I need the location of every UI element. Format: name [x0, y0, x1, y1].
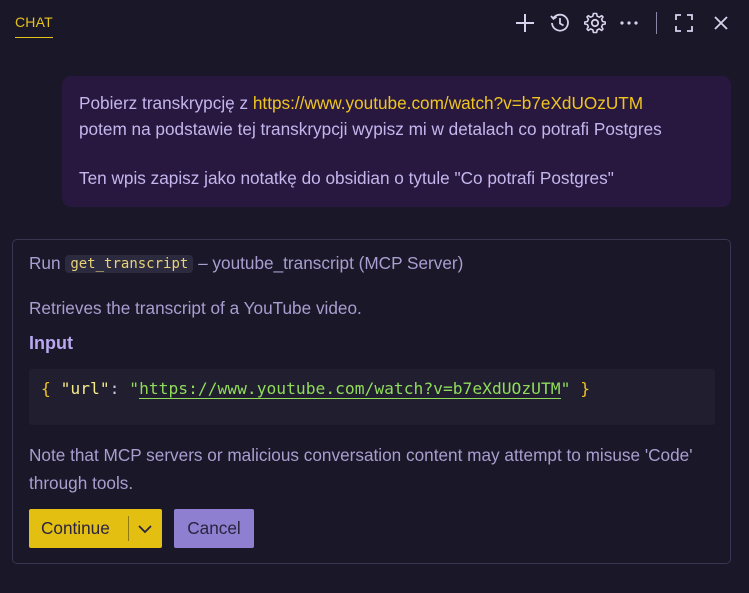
- chevron-down-icon: [138, 524, 152, 533]
- new-chat-button[interactable]: [512, 10, 538, 36]
- quote-open: ": [129, 379, 140, 398]
- chat-header: CHAT: [0, 0, 749, 46]
- message-line-2: potem na podstawie tej transkrypcji wypi…: [79, 119, 662, 139]
- input-url-value[interactable]: https://www.youtube.com/watch?v=b7eXdUOz…: [139, 379, 561, 399]
- settings-button[interactable]: [582, 10, 608, 36]
- close-button[interactable]: [708, 10, 734, 36]
- input-heading: Input: [29, 333, 73, 353]
- message-line-1: Pobierz transkrypcję z https://www.youtu…: [79, 90, 715, 116]
- continue-divider: [128, 516, 129, 541]
- more-icon: [620, 21, 638, 25]
- cancel-button[interactable]: Cancel: [174, 509, 254, 548]
- message-text: Pobierz transkrypcję z: [79, 93, 253, 113]
- continue-label: Continue: [41, 518, 110, 538]
- tab-chat[interactable]: CHAT: [15, 14, 53, 38]
- tool-run-line: Run get_transcript – youtube_transcript …: [29, 253, 463, 274]
- tool-confirmation-card: Run get_transcript – youtube_transcript …: [12, 239, 731, 564]
- brace-close: }: [580, 379, 591, 398]
- tool-description: Retrieves the transcript of a YouTube vi…: [29, 298, 362, 318]
- gear-icon: [584, 12, 606, 34]
- server-label: – youtube_transcript (MCP Server): [193, 253, 464, 273]
- input-code-block: { "url": "https://www.youtube.com/watch?…: [29, 369, 715, 425]
- brace-open: {: [41, 379, 51, 398]
- close-icon: [714, 16, 728, 30]
- colon: :: [109, 379, 120, 398]
- input-key: "url": [60, 379, 110, 398]
- security-note: Note that MCP servers or malicious conve…: [29, 445, 693, 493]
- more-actions-button[interactable]: [616, 10, 642, 36]
- header-divider: [656, 12, 657, 34]
- maximize-icon: [675, 14, 693, 32]
- message-line-3: Ten wpis zapisz jako notatkę do obsidian…: [79, 168, 614, 188]
- maximize-button[interactable]: [671, 10, 697, 36]
- run-label: Run: [29, 253, 61, 273]
- history-button[interactable]: [547, 10, 573, 36]
- history-icon: [550, 13, 569, 32]
- tool-name-chip: get_transcript: [65, 255, 194, 273]
- plus-icon: [516, 14, 534, 32]
- youtube-link[interactable]: https://www.youtube.com/watch?v=b7eXdUOz…: [253, 93, 643, 113]
- quote-close: ": [560, 379, 571, 398]
- continue-dropdown[interactable]: [135, 520, 155, 537]
- user-message: Pobierz transkrypcję z https://www.youtu…: [62, 76, 731, 207]
- continue-button[interactable]: Continue: [29, 509, 162, 548]
